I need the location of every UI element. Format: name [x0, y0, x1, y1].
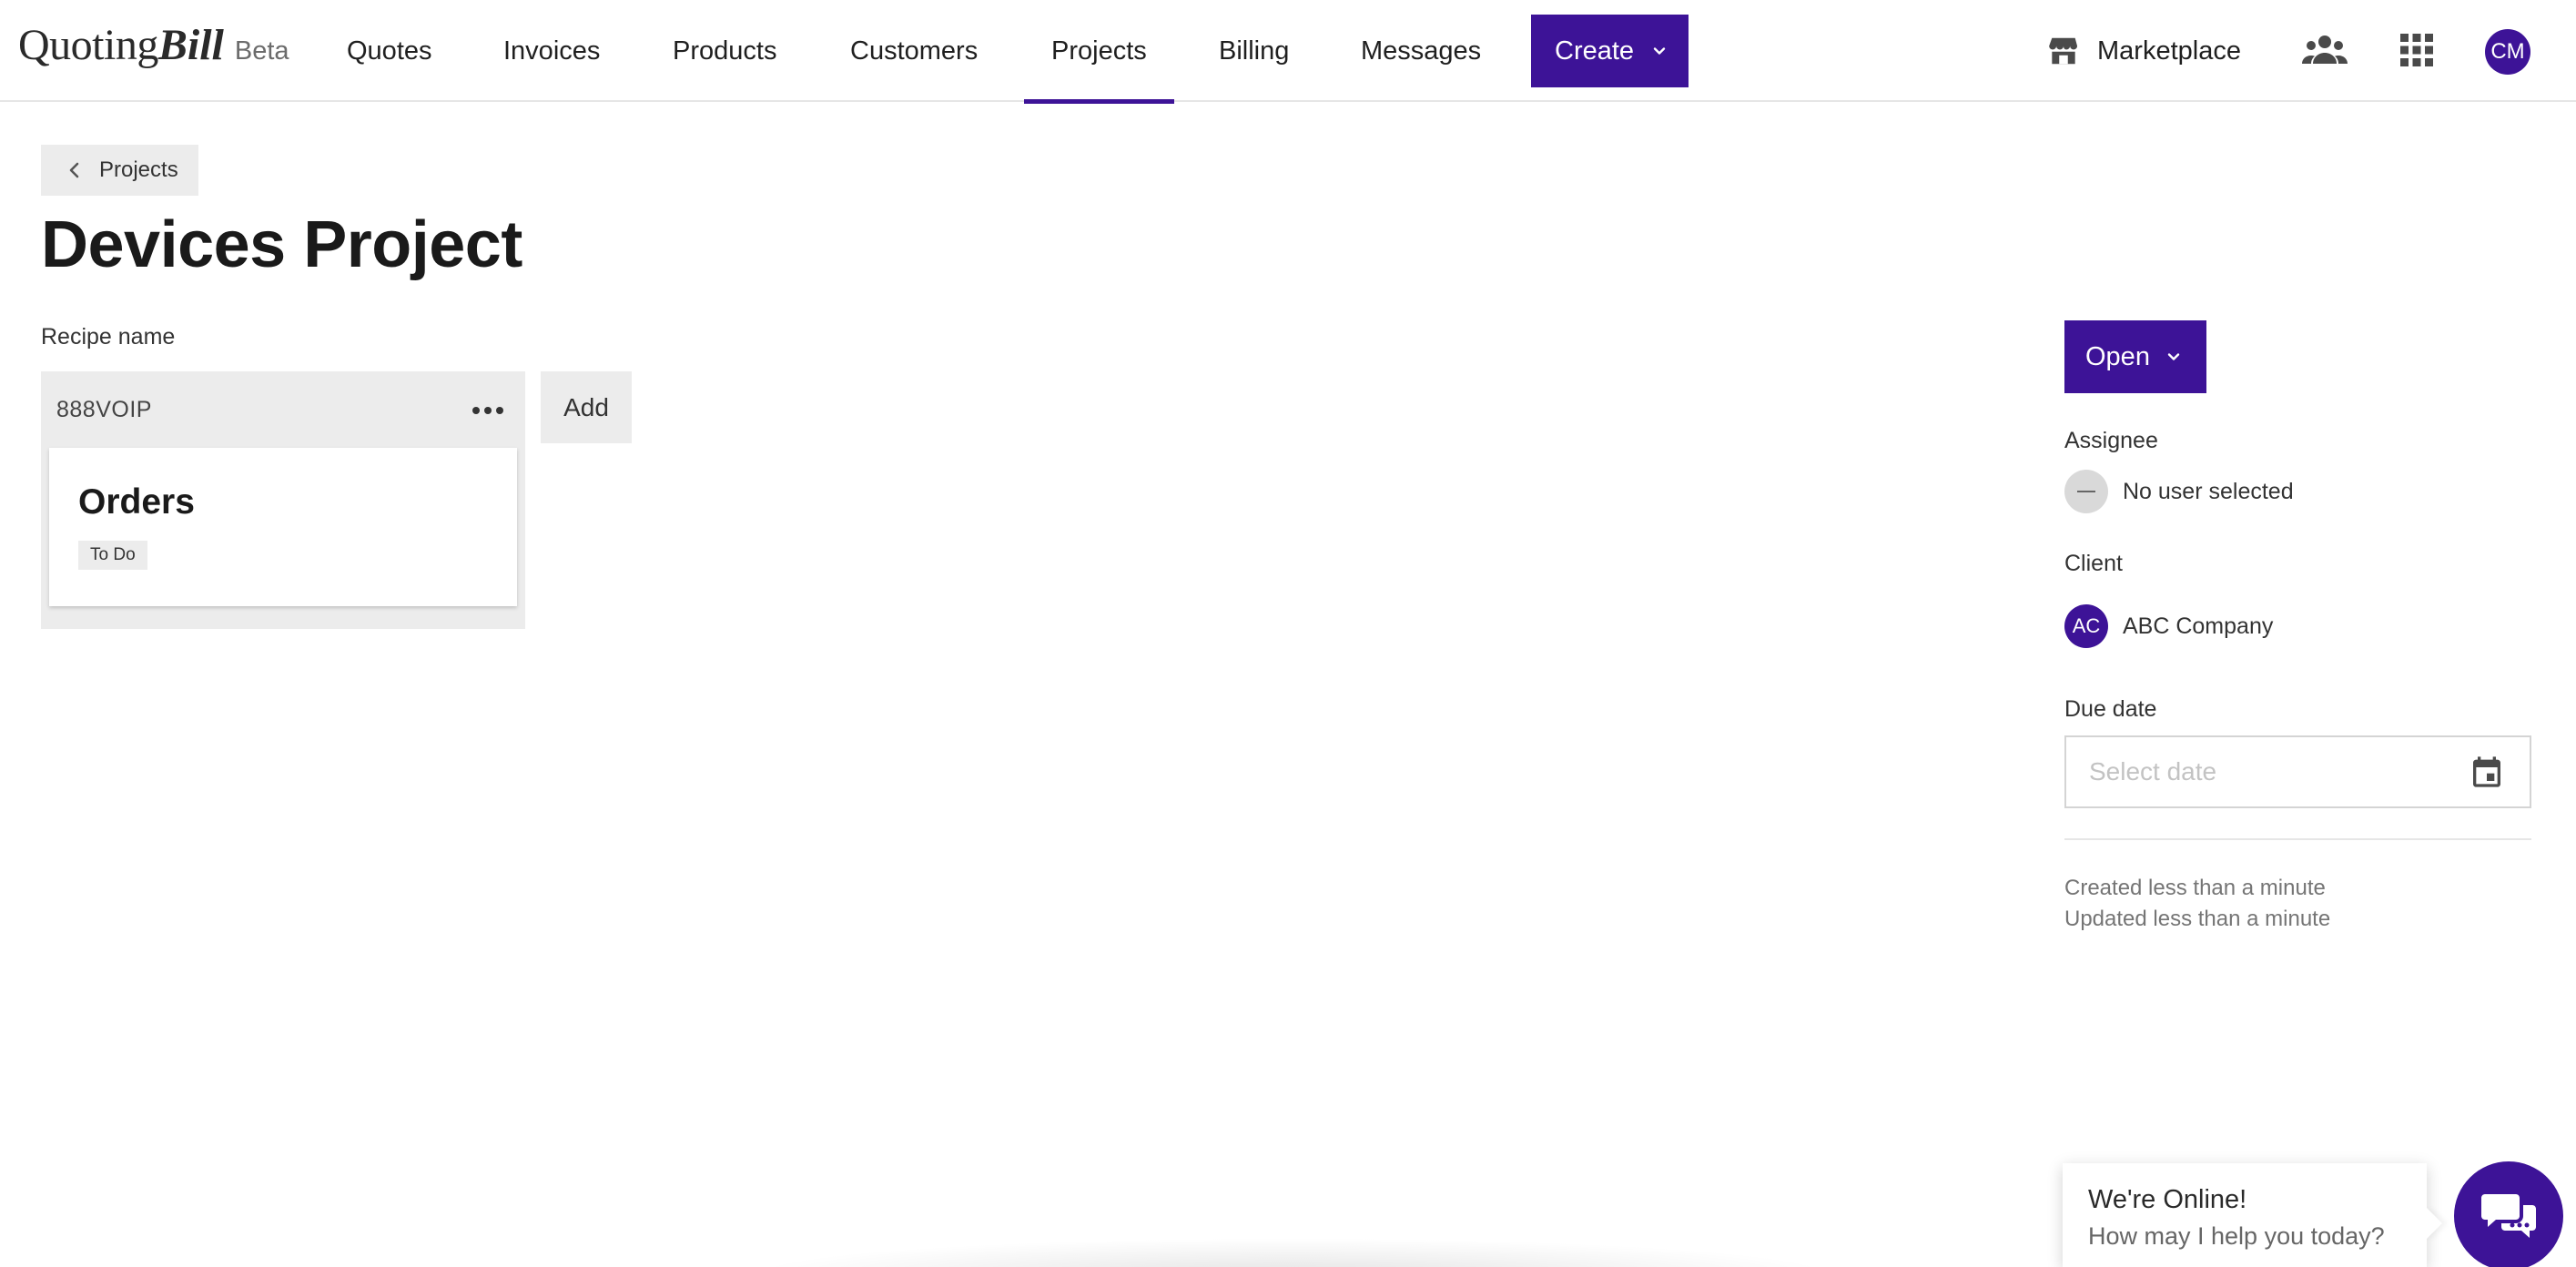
calendar-icon[interactable]	[2469, 754, 2505, 790]
back-button-label: Projects	[99, 157, 178, 182]
assignee-value[interactable]: No user selected	[2123, 479, 2294, 505]
nav-item-billing[interactable]: Billing	[1219, 0, 1289, 102]
nav-item-quotes[interactable]: Quotes	[347, 0, 432, 102]
status-badge: To Do	[78, 541, 147, 570]
nav-item-invoices[interactable]: Invoices	[503, 0, 600, 102]
assignee-label: Assignee	[2064, 428, 2158, 453]
updated-timestamp: Updated less than a minute	[2064, 907, 2331, 931]
chevron-left-icon	[69, 162, 79, 178]
store-icon	[2049, 37, 2078, 65]
chevron-down-icon	[1653, 47, 1666, 55]
more-options-icon[interactable]	[472, 404, 504, 417]
chat-greeting-bubble[interactable]: We're Online! How may I help you today?	[2063, 1163, 2427, 1267]
brand-name-part1: Quoting	[18, 21, 158, 69]
nav-item-customers[interactable]: Customers	[850, 0, 978, 102]
chevron-down-icon	[2167, 353, 2180, 360]
card-title: Orders	[78, 482, 195, 522]
due-date-label: Due date	[2064, 696, 2157, 722]
task-card[interactable]: Orders To Do	[49, 448, 517, 606]
brand-name-part2: Bill	[157, 21, 224, 69]
column-name[interactable]: 888VOIP	[56, 397, 152, 423]
marketplace-link[interactable]: Marketplace	[2046, 27, 2241, 75]
client-value[interactable]: ABC Company	[2123, 613, 2273, 640]
bottom-shadow	[746, 1238, 1839, 1267]
marketplace-label: Marketplace	[2097, 35, 2241, 66]
apps-grid-icon[interactable]	[2399, 33, 2434, 67]
assignee-avatar-placeholder[interactable]	[2064, 470, 2108, 513]
status-dropdown-label: Open	[2085, 341, 2150, 371]
beta-badge: Beta	[234, 36, 289, 66]
sidebar-divider	[2064, 838, 2531, 840]
back-to-projects-button[interactable]: Projects	[41, 145, 198, 196]
chat-subtitle: How may I help you today?	[2088, 1222, 2385, 1250]
due-date-input[interactable]	[2064, 735, 2531, 808]
create-button-label: Create	[1555, 35, 1635, 66]
top-navigation: Quoting Bill Beta Quotes Invoices Product…	[0, 0, 2576, 104]
created-timestamp: Created less than a minute	[2064, 876, 2326, 900]
client-avatar[interactable]: AC	[2064, 604, 2108, 648]
create-button[interactable]: Create	[1531, 15, 1689, 87]
user-avatar[interactable]: CM	[2485, 29, 2530, 75]
recipe-name-label: Recipe name	[41, 324, 176, 350]
client-label: Client	[2064, 551, 2123, 576]
board-column: 888VOIP Orders To Do	[41, 371, 525, 629]
nav-item-messages[interactable]: Messages	[1361, 0, 1481, 102]
status-dropdown-button[interactable]: Open	[2064, 320, 2206, 393]
brand-logo[interactable]: Quoting Bill Beta	[18, 20, 289, 75]
chat-icon	[2481, 1194, 2536, 1238]
chat-title: We're Online!	[2088, 1185, 2247, 1214]
team-icon[interactable]	[2301, 31, 2348, 71]
add-column-button[interactable]: Add	[541, 371, 632, 443]
nav-item-products[interactable]: Products	[673, 0, 776, 102]
chat-launcher-button[interactable]	[2454, 1161, 2563, 1267]
page-title: Devices Project	[41, 208, 522, 281]
nav-item-projects[interactable]: Projects	[1024, 0, 1174, 104]
